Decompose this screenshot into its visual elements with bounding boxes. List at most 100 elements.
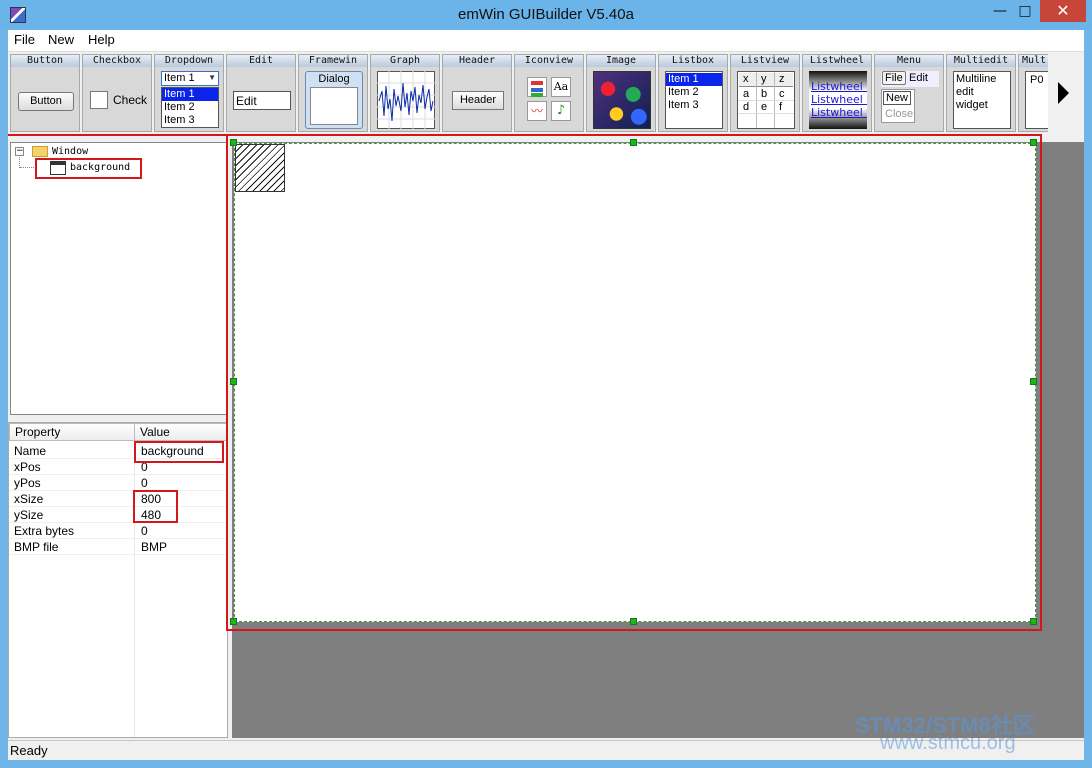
tool-multiedit[interactable]: Multiedit Multiline edit widget bbox=[946, 54, 1016, 132]
multipage-preview: P0 bbox=[1025, 71, 1048, 129]
title-bar: emWin GUIBuilder V5.40a — □ ✕ bbox=[0, 0, 1092, 30]
listview-header: x y z bbox=[739, 73, 793, 87]
tool-label: Listwheel bbox=[803, 55, 871, 67]
maximize-button[interactable]: □ bbox=[1012, 0, 1038, 22]
dropdown-item: Item 1 bbox=[162, 88, 218, 101]
dropdown-preview: Item 1 ▼ bbox=[161, 71, 219, 86]
menu-preview-bar: File Edit bbox=[881, 71, 939, 87]
highlight-name-value bbox=[134, 441, 224, 463]
tool-label: Mult bbox=[1019, 55, 1048, 67]
listview-cell: d bbox=[743, 101, 750, 113]
listwheel-item: Listwheel wid bbox=[811, 106, 867, 119]
window-title: emWin GUIBuilder V5.40a bbox=[458, 6, 634, 23]
property-row-ysize[interactable]: ySize 480 bbox=[9, 507, 227, 523]
tool-label: Dropdown bbox=[155, 55, 223, 67]
scroll-right-icon[interactable] bbox=[1058, 82, 1069, 104]
tool-header[interactable]: Header Header bbox=[442, 54, 512, 132]
menu-preview-dropdown: New Close bbox=[881, 89, 915, 123]
tool-label: Iconview bbox=[515, 55, 583, 67]
status-text: Ready bbox=[10, 743, 48, 758]
tool-dropdown[interactable]: Dropdown Item 1 ▼ Item 1 Item 2 Item 3 bbox=[154, 54, 224, 132]
tool-label: Image bbox=[587, 55, 655, 67]
chart-icon: 〰 bbox=[527, 101, 547, 121]
menu-bar: File New Help bbox=[8, 30, 1084, 51]
property-column-header[interactable]: Property bbox=[9, 423, 135, 441]
tool-listview[interactable]: Listview x y z a b c d e f bbox=[730, 54, 800, 132]
tool-label: Listview bbox=[731, 55, 799, 67]
property-label: Extra bytes bbox=[14, 524, 75, 538]
listwheel-item: Listwheel wid bbox=[811, 93, 867, 106]
highlight-tree-item bbox=[35, 158, 142, 179]
menu-preview-edit: Edit bbox=[909, 72, 928, 84]
listview-col: y bbox=[761, 73, 767, 85]
listview-cell: e bbox=[761, 101, 768, 113]
minimize-button[interactable]: — bbox=[988, 0, 1012, 22]
property-label: ySize bbox=[14, 508, 44, 522]
tool-label: Button bbox=[11, 55, 79, 67]
tool-label: Multiedit bbox=[947, 55, 1015, 67]
property-value[interactable]: 0 bbox=[141, 476, 148, 490]
menu-help[interactable]: Help bbox=[88, 32, 115, 47]
menu-new[interactable]: New bbox=[48, 32, 74, 47]
property-row-xsize[interactable]: xSize 800 bbox=[9, 491, 227, 507]
listview-col: z bbox=[779, 73, 785, 85]
property-row-bmp-file[interactable]: BMP file BMP bbox=[9, 539, 227, 555]
listview-cell: c bbox=[779, 88, 785, 100]
property-label: xPos bbox=[14, 460, 41, 474]
books-icon bbox=[527, 77, 547, 97]
highlight-canvas bbox=[226, 134, 1042, 631]
menu-preview-file: File bbox=[882, 71, 906, 85]
listview-col: x bbox=[743, 73, 749, 85]
tool-label: Graph bbox=[371, 55, 439, 67]
multiedit-line: Multiline bbox=[956, 73, 997, 85]
listbox-item: Item 2 bbox=[668, 86, 699, 98]
property-panel: Property Value Name background xPos 0 yP… bbox=[8, 422, 228, 738]
chevron-down-icon: ▼ bbox=[208, 73, 216, 82]
tool-label: Menu bbox=[875, 55, 943, 67]
tool-image[interactable]: Image bbox=[586, 54, 656, 132]
dropdown-item: Item 3 bbox=[164, 114, 195, 126]
tool-multipage[interactable]: Mult P0 bbox=[1018, 54, 1048, 132]
property-label: xSize bbox=[14, 492, 44, 506]
listbox-item: Item 1 bbox=[666, 73, 722, 86]
dropdown-list-preview: Item 1 Item 2 Item 3 bbox=[161, 87, 219, 128]
tool-listwheel[interactable]: Listwheel Listwheel wid Listwheel wid Li… bbox=[802, 54, 872, 132]
checkbox-preview bbox=[90, 91, 108, 109]
framewin-caption: Dialog bbox=[318, 73, 350, 85]
framewin-preview: Dialog bbox=[305, 71, 363, 129]
property-value[interactable]: 0 bbox=[141, 524, 148, 538]
property-label: yPos bbox=[14, 476, 41, 490]
tool-framewin[interactable]: Framewin Dialog bbox=[298, 54, 368, 132]
listview-preview: x y z a b c d e f bbox=[737, 71, 795, 129]
listbox-item: Item 3 bbox=[668, 99, 699, 111]
close-button[interactable]: ✕ bbox=[1040, 0, 1086, 22]
dropdown-item: Item 2 bbox=[164, 101, 195, 113]
tool-label: Edit bbox=[227, 55, 295, 67]
tool-checkbox[interactable]: Checkbox Check bbox=[82, 54, 152, 132]
listview-cell: f bbox=[779, 101, 783, 113]
tool-graph[interactable]: Graph bbox=[370, 54, 440, 132]
tool-listbox[interactable]: Listbox Item 1 Item 2 Item 3 bbox=[658, 54, 728, 132]
main-window: File New Help Button Button Checkbox Che… bbox=[8, 30, 1084, 760]
listwheel-item: Listwheel wid bbox=[811, 80, 867, 93]
tool-button[interactable]: Button Button bbox=[10, 54, 80, 132]
tool-edit[interactable]: Edit Edit bbox=[226, 54, 296, 132]
listbox-preview: Item 1 Item 2 Item 3 bbox=[665, 71, 723, 129]
value-column-header[interactable]: Value bbox=[134, 423, 227, 441]
property-row-ypos[interactable]: yPos 0 bbox=[9, 475, 227, 491]
property-row-extra-bytes[interactable]: Extra bytes 0 bbox=[9, 523, 227, 539]
listview-cell: a bbox=[743, 88, 750, 100]
property-value[interactable]: BMP bbox=[141, 540, 167, 554]
property-label: Name bbox=[14, 444, 47, 458]
highlight-size-values bbox=[133, 490, 178, 523]
menu-preview-new: New bbox=[883, 91, 912, 105]
menu-file[interactable]: File bbox=[14, 32, 35, 47]
tool-iconview[interactable]: Iconview Aa 〰 ♪ bbox=[514, 54, 584, 132]
dropdown-selected: Item 1 bbox=[164, 72, 195, 84]
font-icon: Aa bbox=[551, 77, 571, 97]
music-note-icon: ♪ bbox=[551, 101, 571, 121]
graph-preview bbox=[377, 71, 435, 129]
checkbox-preview-label: Check bbox=[113, 93, 148, 107]
edit-preview: Edit bbox=[233, 91, 291, 110]
tool-menu[interactable]: Menu File Edit New Close bbox=[874, 54, 944, 132]
